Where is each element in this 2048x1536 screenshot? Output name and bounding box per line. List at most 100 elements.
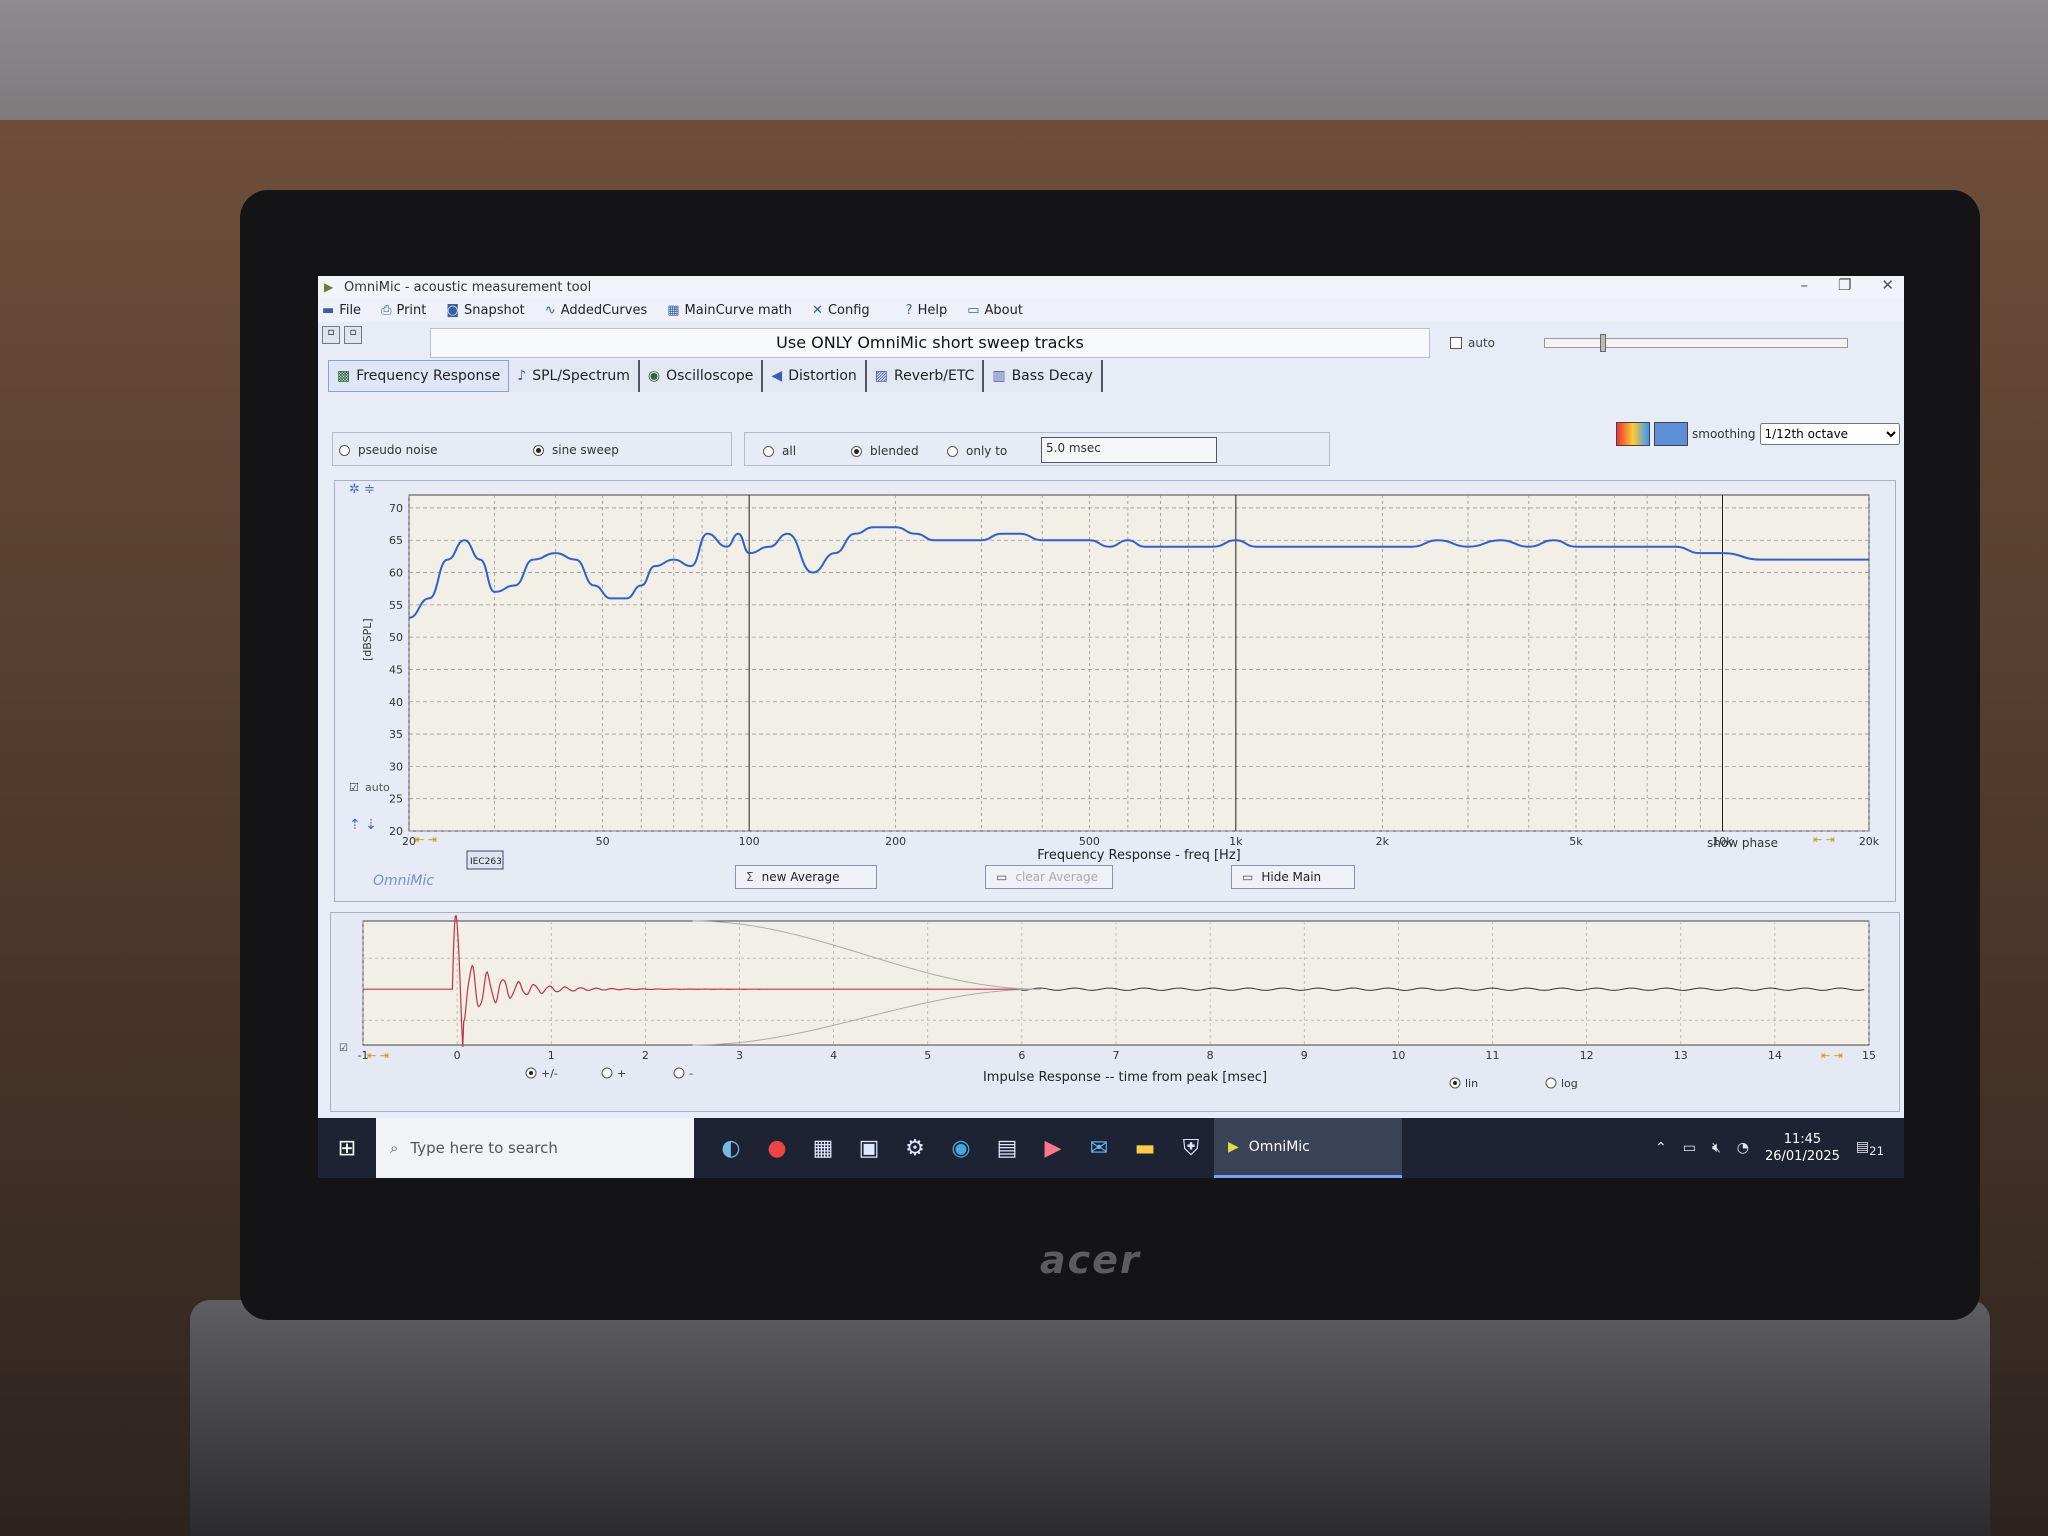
impulse-x-tick-label: 8 [1207, 1049, 1214, 1062]
auto-checkbox[interactable]: auto [1450, 336, 1495, 350]
y-tick-label: 25 [389, 793, 403, 806]
y-tick-label: 50 [389, 631, 403, 644]
radio-all[interactable]: all [763, 444, 796, 458]
photos-icon[interactable]: ▣ [846, 1125, 892, 1171]
gate-msec-input[interactable]: 5.0 msec [1041, 437, 1217, 463]
impulse-x-tick-label: 0 [454, 1049, 461, 1062]
tab-distortion[interactable]: ◀ Distortion [763, 360, 867, 392]
radio-sine-sweep[interactable]: sine sweep [533, 443, 619, 457]
menu-snapshot[interactable]: ◙ Snapshot [446, 303, 524, 318]
scale-log-radio[interactable]: log [1545, 1077, 1578, 1090]
chevron-up-icon[interactable]: ⌃ [1655, 1140, 1667, 1156]
svg-text:+: + [617, 1067, 626, 1080]
screen: ▶ OmniMic - acoustic measurement tool – … [318, 276, 1904, 1178]
x-axis-label: Frequency Response - freq [Hz] [1037, 848, 1240, 863]
tab-spl-spectrum[interactable]: ♪ SPL/Spectrum [509, 360, 640, 392]
auto-scale-checkbox[interactable]: ☑ [349, 781, 359, 794]
waterfall-icon[interactable] [1654, 422, 1688, 446]
impulse-auto-checkbox[interactable]: ☑ [339, 1043, 348, 1054]
file-explorer-icon[interactable]: ▬ [1122, 1125, 1168, 1171]
y-tick-label: 35 [389, 728, 403, 741]
polarity-plus-radio[interactable]: + [601, 1067, 626, 1080]
windows-start-icon[interactable]: ⊞ [318, 1118, 376, 1178]
clear-icon: ▭ [996, 870, 1008, 884]
scale-lin-radio[interactable]: lin [1449, 1077, 1478, 1090]
menu-file[interactable]: ▬ File [322, 303, 361, 318]
smoothing-control: smoothing 1/12th octave [1616, 422, 1900, 446]
level-slider-thumb[interactable] [1600, 334, 1606, 352]
radio-only-to[interactable]: only to [947, 444, 1007, 458]
curve-icon: ∿ [544, 302, 556, 318]
pan-right-icon[interactable]: ⇤ ⇥ [1813, 833, 1835, 846]
impulse-pan-left-icon[interactable]: ⇤ ⇥ [367, 1049, 389, 1062]
window-title: OmniMic - acoustic measurement tool [344, 279, 592, 295]
menu-added-curves[interactable]: ∿ AddedCurves [545, 303, 647, 318]
arrows-updown-icon[interactable]: ⇡ ⇣ [349, 817, 377, 833]
chat-icon: ▭ [967, 302, 980, 318]
panel-toggle-icon[interactable]: ▫ [322, 326, 340, 344]
x-tick-label: 200 [885, 835, 906, 848]
laptop-base [190, 1300, 1990, 1536]
panel-split-icon[interactable]: ▫ [344, 326, 362, 344]
impulse-pan-right-icon[interactable]: ⇤ ⇥ [1821, 1049, 1843, 1062]
clear-average-button[interactable]: ▭ clear Average [985, 865, 1113, 889]
maximize-icon[interactable]: ❐ [1838, 276, 1851, 294]
impulse-x-tick-label: 1 [548, 1049, 555, 1062]
taskbar-search[interactable]: ⌕ Type here to search [376, 1118, 694, 1178]
tab-frequency-response[interactable]: ▩ Frequency Response [328, 360, 510, 392]
maps-icon[interactable]: ● [754, 1125, 800, 1171]
y-tick-label: 40 [389, 696, 403, 709]
title-bar: ▶ OmniMic - acoustic measurement tool – … [318, 276, 1904, 298]
minimize-icon[interactable]: – [1800, 276, 1808, 294]
speaker-muted-icon[interactable]: 🔇︎ [1712, 1140, 1721, 1156]
radio-pseudo-noise[interactable]: pseudo noise [339, 443, 438, 457]
polarity-minus-radio[interactable]: - [673, 1067, 693, 1080]
impulse-x-tick-label: 3 [736, 1049, 743, 1062]
settings-icon[interactable]: ⚙ [892, 1125, 938, 1171]
bass-decay-icon: ▥ [992, 368, 1006, 384]
menu-maincurve-math[interactable]: ▦ MainCurve math [667, 303, 792, 318]
notepad-icon[interactable]: ▤ [984, 1125, 1030, 1171]
wifi-icon[interactable]: ◔ [1737, 1140, 1749, 1156]
menu-print[interactable]: ⎙ Print [381, 303, 426, 318]
level-slider-track[interactable] [1544, 338, 1848, 348]
x-tick-label: 50 [596, 835, 610, 848]
x-tick-label: 2k [1376, 835, 1390, 848]
menu-config[interactable]: ✕ Config [812, 303, 870, 318]
taskbar-pinned-apps: ◐ ● ▦ ▣ ⚙ ◉ ▤ ▶ ✉ ▬ ⛨ [708, 1125, 1214, 1171]
show-phase-label[interactable]: show phase [1707, 836, 1778, 850]
taskbar-clock[interactable]: 11:45 26/01/2025 [1765, 1131, 1840, 1165]
mail-icon[interactable]: ✉ [1076, 1125, 1122, 1171]
notification-icon[interactable]: ▤21 [1856, 1139, 1884, 1158]
zoom-out-icon[interactable]: ✲ ≑ [349, 482, 375, 497]
distortion-icon: ◀ [771, 368, 783, 384]
taskbar: ⊞ ⌕ Type here to search ◐ ● ▦ ▣ ⚙ ◉ ▤ ▶ … [318, 1118, 1904, 1178]
battery-icon[interactable]: ▭ [1683, 1140, 1696, 1156]
impulse-x-tick-label: 5 [924, 1049, 931, 1062]
security-shield-icon[interactable]: ⛨ [1168, 1125, 1214, 1171]
calculator-icon[interactable]: ▦ [800, 1125, 846, 1171]
color-palette-icon[interactable] [1616, 422, 1650, 446]
y-axis-label: [dBSPL] [361, 618, 374, 661]
polarity-pm-radio[interactable]: +/- [525, 1067, 558, 1080]
taskbar-omnimic-app[interactable]: ▶ OmniMic [1214, 1118, 1402, 1178]
menu-about[interactable]: ▭ About [967, 303, 1023, 318]
tab-bass-decay[interactable]: ▥ Bass Decay [984, 360, 1103, 392]
copilot-icon[interactable]: ◐ [708, 1125, 754, 1171]
smoothing-select[interactable]: 1/12th octave [1759, 423, 1900, 445]
edge-icon[interactable]: ◉ [938, 1125, 984, 1171]
hide-main-button[interactable]: ▭ Hide Main [1231, 865, 1355, 889]
menu-help[interactable]: ? Help [906, 303, 948, 318]
pan-left-icon[interactable]: ⇤ ⇥ [415, 833, 437, 846]
radio-icon [339, 444, 350, 456]
tab-oscilloscope[interactable]: ◉ Oscilloscope [639, 360, 764, 392]
close-icon[interactable]: ✕ [1881, 276, 1894, 294]
media-player-icon[interactable]: ▶ [1030, 1125, 1076, 1171]
tab-reverb-etc[interactable]: ▨ Reverb/ETC [866, 360, 985, 392]
impulse-chart: -1 0 1 2 3 4 5 6 7 8 9 10 11 12 13 14 15 ☑ ⇤ ⇥ ⇤ ⇥ Impul… [339, 915, 1876, 1090]
radio-blended[interactable]: blended [851, 444, 919, 458]
new-average-button[interactable]: Σnew Average [735, 865, 877, 889]
menu-bar: ▬ File ⎙ Print ◙ Snapshot ∿ AddedCurves ▦ Mai… [318, 298, 1904, 322]
frequency-chart: 70 65 60 55 50 45 40 35 30 25 20 20 50 100 200 500 1k 2k… [336, 482, 1894, 900]
y-tick-label: 20 [389, 825, 403, 838]
